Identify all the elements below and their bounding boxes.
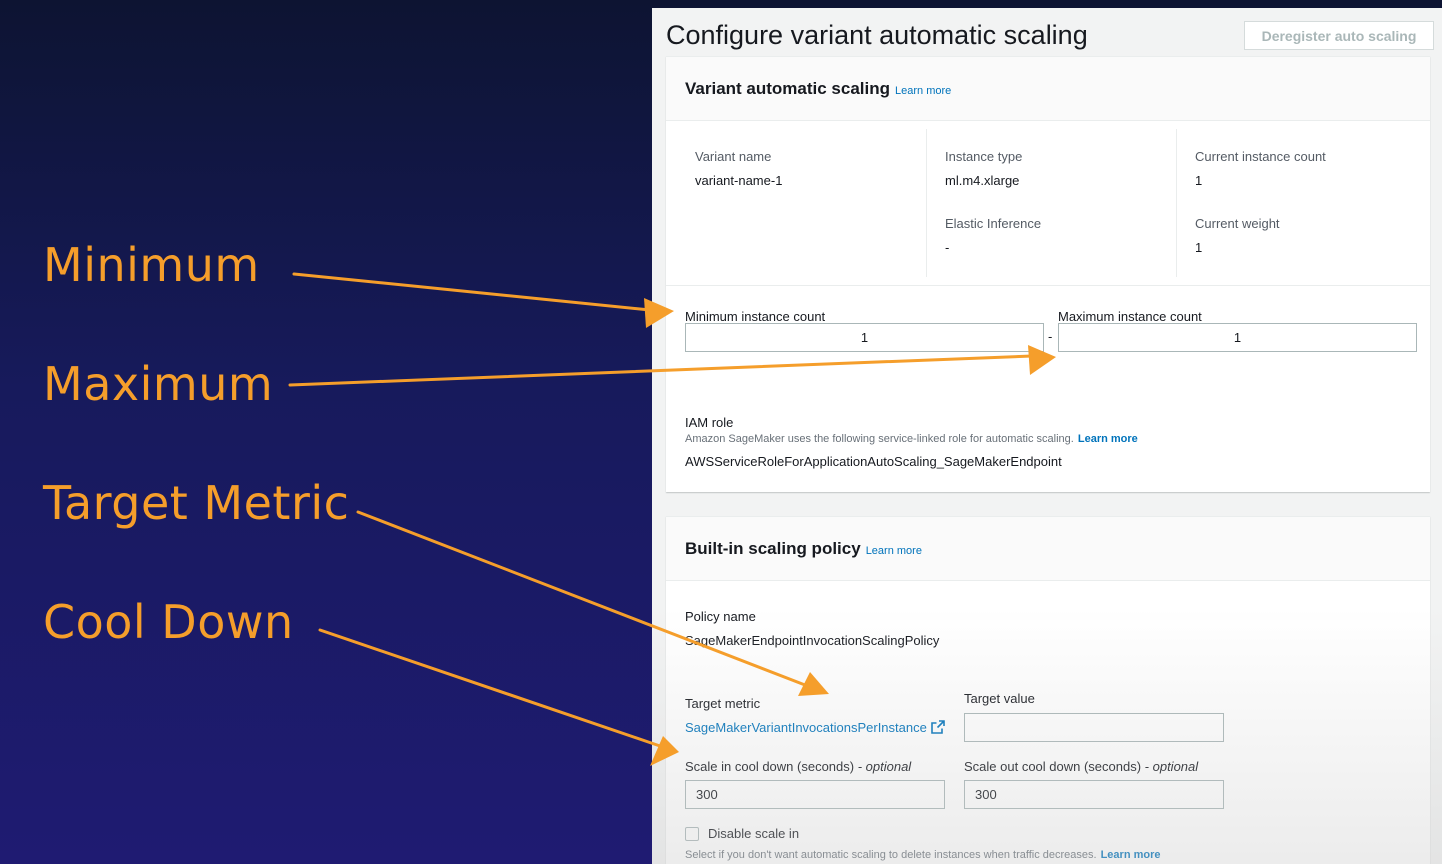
external-link-icon <box>931 720 945 734</box>
iam-role-description: Amazon SageMaker uses the following serv… <box>685 433 1138 445</box>
variant-scaling-panel: Variant automatic scaling Learn more Var… <box>666 56 1430 492</box>
scale-out-input[interactable]: 300 <box>964 780 1224 809</box>
policy-name-value: SageMakerEndpointInvocationScalingPolicy <box>685 633 940 648</box>
variant-name-value: variant-name-1 <box>695 173 783 188</box>
deregister-button[interactable]: Deregister auto scaling <box>1244 21 1434 50</box>
scale-in-input[interactable]: 300 <box>685 780 945 809</box>
policy-panel-header: Built-in scaling policy Learn more <box>666 517 1430 581</box>
range-separator: - <box>1048 329 1053 344</box>
current-instance-count-value: 1 <box>1195 173 1203 188</box>
scale-out-label-text: Scale out cool down (seconds) <box>964 759 1142 774</box>
annotation-target-metric: Target Metric <box>43 476 350 530</box>
variant-name-label: Variant name <box>695 149 772 164</box>
instance-type-value: ml.m4.xlarge <box>945 173 1020 188</box>
disable-scale-in-desc-text: Select if you don't want automatic scali… <box>685 849 1097 861</box>
target-metric-label: Target metric <box>685 696 761 711</box>
iam-role-description-text: Amazon SageMaker uses the following serv… <box>685 433 1074 445</box>
iam-learn-more-link[interactable]: Learn more <box>1078 433 1138 445</box>
min-instance-input[interactable]: 1 <box>685 323 1044 352</box>
page-title: Configure variant automatic scaling <box>666 20 1088 50</box>
min-instance-label: Minimum instance count <box>685 309 826 324</box>
scale-out-label: Scale out cool down (seconds) - optional <box>964 759 1198 774</box>
variant-info-grid: Variant name variant-name-1 Instance typ… <box>666 121 1430 286</box>
orange-arrow <box>292 272 652 312</box>
column-divider <box>926 129 927 277</box>
disable-learn-more-link[interactable]: Learn more <box>1101 849 1161 861</box>
disable-scale-in-description: Select if you don't want automatic scali… <box>685 849 1161 861</box>
max-instance-input[interactable]: 1 <box>1058 323 1417 352</box>
current-weight-value: 1 <box>1195 240 1203 255</box>
instance-type-label: Instance type <box>945 149 1023 164</box>
variant-learn-more-link[interactable]: Learn more <box>895 85 951 97</box>
iam-role-value: AWSServiceRoleForApplicationAutoScaling_… <box>685 454 1062 469</box>
variant-panel-title: Variant automatic scaling <box>685 78 891 98</box>
target-metric-link[interactable]: SageMakerVariantInvocationsPerInstance <box>685 720 945 735</box>
annotation-cool-down: Cool Down <box>43 595 294 649</box>
variant-panel-header: Variant automatic scaling Learn more <box>666 57 1430 121</box>
target-metric-value[interactable]: SageMakerVariantInvocationsPerInstance <box>685 720 927 735</box>
orange-arrow <box>318 628 662 748</box>
current-instance-count-label: Current instance count <box>1195 149 1326 164</box>
scale-in-label-text: Scale in cool down (seconds) <box>685 759 855 774</box>
max-instance-label: Maximum instance count <box>1058 309 1202 324</box>
policy-panel-title: Built-in scaling policy <box>685 538 861 558</box>
target-value-input[interactable] <box>964 713 1224 742</box>
policy-name-label: Policy name <box>685 609 756 624</box>
elastic-inference-label: Elastic Inference <box>945 216 1042 231</box>
iam-role-label: IAM role <box>685 415 734 430</box>
annotation-minimum: Minimum <box>43 238 260 292</box>
console-window: Configure variant automatic scaling Dere… <box>652 8 1442 864</box>
optional-suffix: - optional <box>857 759 912 774</box>
policy-learn-more-link[interactable]: Learn more <box>866 545 922 557</box>
scale-in-label: Scale in cool down (seconds) - optional <box>685 759 911 774</box>
scaling-policy-panel: Built-in scaling policy Learn more Polic… <box>666 516 1430 864</box>
disable-scale-in-checkbox[interactable] <box>685 827 699 841</box>
disable-scale-in-label: Disable scale in <box>708 826 800 841</box>
current-weight-label: Current weight <box>1195 216 1280 231</box>
annotation-maximum: Maximum <box>43 357 274 411</box>
column-divider <box>1176 129 1177 277</box>
optional-suffix: - optional <box>1144 759 1199 774</box>
elastic-inference-value: - <box>945 240 950 255</box>
target-value-label: Target value <box>964 691 1035 706</box>
